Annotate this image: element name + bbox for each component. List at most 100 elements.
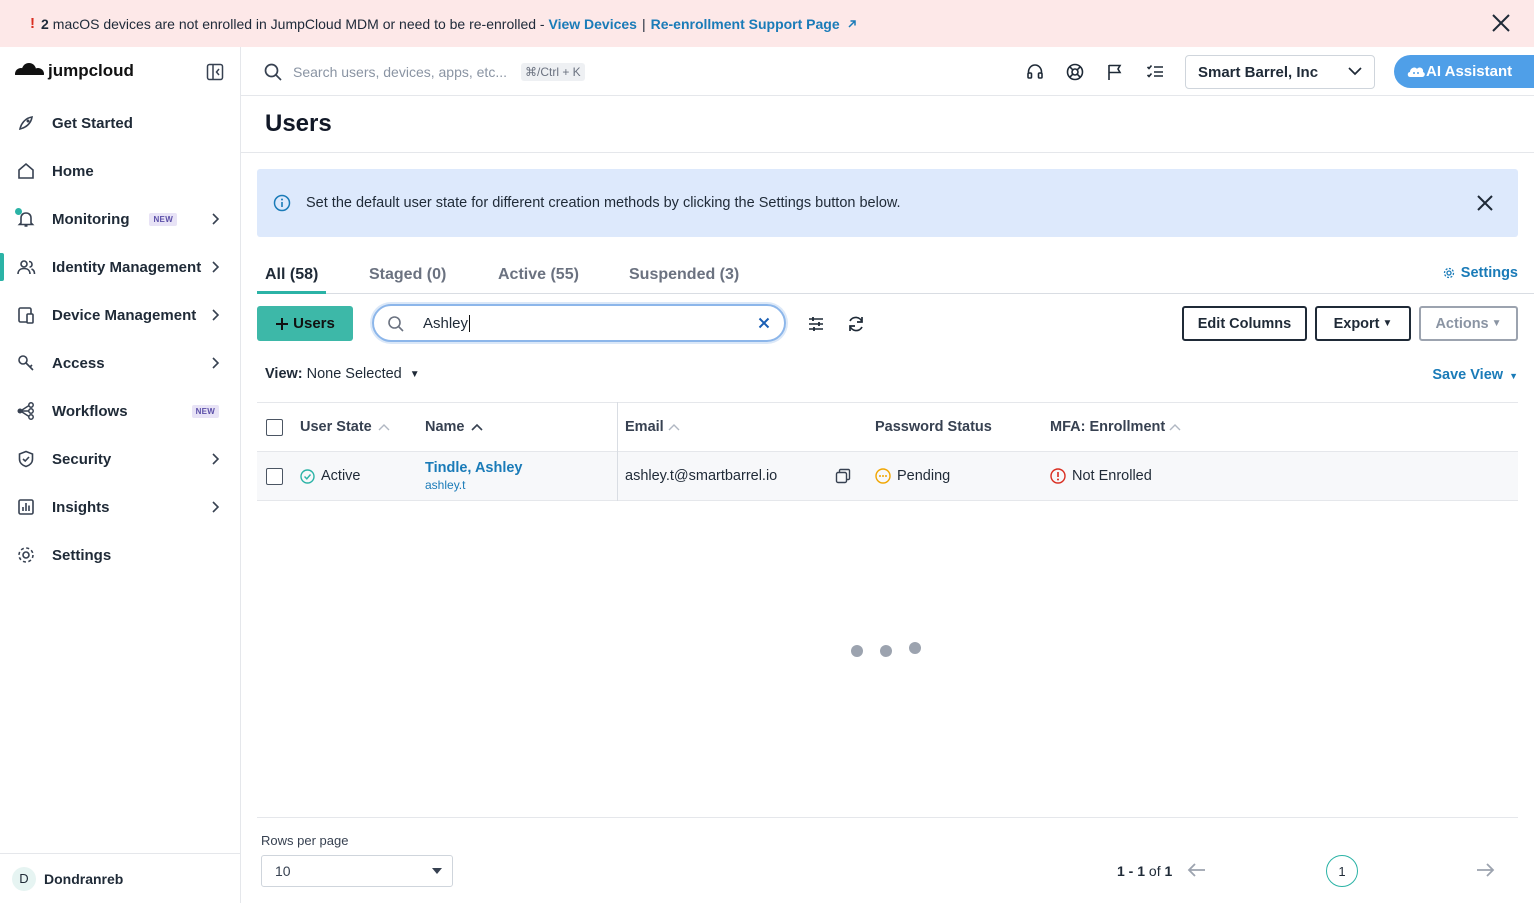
close-banner-icon[interactable] bbox=[1490, 12, 1512, 34]
clear-search-icon[interactable] bbox=[758, 317, 770, 329]
user-state-value: Active bbox=[321, 468, 361, 484]
ai-assistant-button[interactable]: AI Assistant bbox=[1394, 55, 1534, 88]
lifebuoy-icon[interactable] bbox=[1065, 62, 1085, 82]
caret-down-icon: ▼ bbox=[1491, 318, 1502, 329]
arrow-right-icon[interactable] bbox=[1474, 859, 1496, 881]
filter-sliders-icon[interactable] bbox=[806, 314, 826, 334]
chevron-right-icon bbox=[212, 357, 220, 369]
settings-link[interactable]: Settings bbox=[1443, 265, 1518, 281]
sidebar-nav: Get Started Home Monitoring NEW Identity… bbox=[0, 99, 240, 579]
sidebar-item-access[interactable]: Access bbox=[0, 339, 240, 387]
re-enrollment-support-link[interactable]: Re-enrollment Support Page bbox=[651, 16, 840, 32]
loading-indicator bbox=[851, 642, 938, 662]
sidebar-item-settings[interactable]: Settings bbox=[0, 531, 240, 579]
search-icon bbox=[264, 63, 282, 81]
column-mfa-enrollment[interactable]: MFA: Enrollment bbox=[1050, 403, 1187, 451]
sidebar-item-label: Workflows bbox=[52, 402, 128, 420]
chevron-right-icon bbox=[212, 261, 220, 273]
key-icon bbox=[18, 355, 34, 371]
rows-per-page-select[interactable]: 10 bbox=[261, 855, 453, 887]
chevron-right-icon bbox=[212, 453, 220, 465]
sidebar-item-get-started[interactable]: Get Started bbox=[0, 99, 240, 147]
tab-active[interactable]: Active (55) bbox=[498, 266, 579, 294]
avatar: D bbox=[12, 866, 36, 891]
range-of: of bbox=[1148, 863, 1161, 879]
workflow-icon bbox=[17, 402, 34, 420]
edit-columns-button[interactable]: Edit Columns bbox=[1182, 306, 1307, 341]
sidebar-item-label: Identity Management bbox=[52, 258, 202, 276]
tab-suspended[interactable]: Suspended (3) bbox=[629, 266, 739, 294]
pending-icon bbox=[875, 468, 891, 484]
close-callout-icon[interactable] bbox=[1476, 194, 1494, 212]
sidebar-item-insights[interactable]: Insights bbox=[0, 483, 240, 531]
add-users-button[interactable]: Users bbox=[257, 306, 353, 341]
sidebar-item-identity-management[interactable]: Identity Management bbox=[0, 243, 240, 291]
tab-staged[interactable]: Staged (0) bbox=[369, 266, 446, 294]
sidebar-item-device-management[interactable]: Device Management bbox=[0, 291, 240, 339]
jumpcloud-logo[interactable]: jumpcloud bbox=[12, 61, 134, 81]
save-view-label: Save View bbox=[1432, 367, 1504, 383]
save-view-button[interactable]: Save View ▼ bbox=[1432, 367, 1518, 383]
column-label: User State bbox=[300, 419, 372, 435]
sidebar-item-monitoring[interactable]: Monitoring NEW bbox=[0, 195, 240, 243]
caret-down-icon bbox=[432, 868, 442, 874]
view-selector[interactable]: View: None Selected ▼ bbox=[265, 366, 420, 382]
search-icon bbox=[388, 316, 404, 332]
select-all-checkbox[interactable] bbox=[266, 418, 283, 436]
sidebar-item-security[interactable]: Security bbox=[0, 435, 240, 483]
view-label: View: bbox=[265, 366, 303, 382]
add-users-label: Users bbox=[293, 315, 335, 332]
flag-icon[interactable] bbox=[1105, 62, 1125, 82]
current-user[interactable]: D Dondranreb bbox=[0, 853, 240, 903]
refresh-icon[interactable] bbox=[846, 314, 866, 334]
row-checkbox[interactable] bbox=[266, 467, 283, 485]
mdm-alert-banner: ! 2 macOS devices are not enrolled in Ju… bbox=[0, 0, 1534, 47]
sort-up-icon bbox=[668, 424, 680, 431]
main-content: Users Set the default user state for dif… bbox=[241, 96, 1534, 903]
sidebar-item-label: Access bbox=[52, 354, 105, 372]
column-user-state[interactable]: User State bbox=[300, 403, 396, 451]
export-button[interactable]: Export ▼ bbox=[1315, 306, 1411, 341]
tab-all[interactable]: All (58) bbox=[257, 266, 327, 294]
name-cell[interactable]: Tindle, Ashley ashley.t bbox=[425, 452, 523, 500]
column-name[interactable]: Name bbox=[425, 403, 489, 451]
sidebar: jumpcloud Get Started Home Monitoring NE… bbox=[0, 47, 241, 903]
user-search-input[interactable]: Ashley bbox=[372, 304, 786, 342]
email-value: ashley.t@smartbarrel.io bbox=[625, 468, 778, 484]
sidebar-item-workflows[interactable]: Workflows NEW bbox=[0, 387, 240, 435]
arrow-left-icon[interactable] bbox=[1186, 859, 1208, 881]
global-search[interactable]: Search users, devices, apps, etc... ⌘/Ct… bbox=[263, 62, 585, 82]
new-badge: NEW bbox=[191, 404, 220, 418]
external-link-icon bbox=[848, 19, 856, 28]
support-headset-icon[interactable] bbox=[1025, 62, 1045, 82]
email-cell: ashley.t@smartbarrel.io bbox=[625, 452, 777, 500]
actions-button[interactable]: Actions ▼ bbox=[1419, 306, 1518, 341]
banner-count: 2 bbox=[41, 15, 49, 32]
ai-assistant-icon bbox=[1407, 67, 1425, 77]
page-number-current[interactable]: 1 bbox=[1326, 855, 1358, 887]
copy-icon[interactable] bbox=[835, 468, 851, 484]
text-cursor bbox=[469, 314, 471, 332]
view-devices-link[interactable]: View Devices bbox=[548, 16, 636, 32]
sort-up-icon bbox=[1169, 424, 1181, 431]
table-row[interactable]: Active Tindle, Ashley ashley.t ashley.t@… bbox=[257, 452, 1518, 501]
search-value: Ashley bbox=[423, 314, 469, 332]
chevron-down-icon bbox=[1348, 67, 1362, 76]
collapse-sidebar-icon[interactable] bbox=[206, 63, 224, 81]
user-full-name-link[interactable]: Tindle, Ashley bbox=[425, 460, 523, 476]
column-label: Password Status bbox=[875, 419, 992, 435]
title-divider bbox=[241, 152, 1534, 153]
caret-down-icon: ▼ bbox=[1382, 318, 1393, 329]
gear-icon bbox=[18, 547, 34, 563]
rows-per-page-value: 10 bbox=[275, 863, 291, 879]
pagination-range: 1 - 1 of 1 bbox=[1117, 863, 1172, 879]
devices-icon bbox=[18, 307, 34, 324]
checklist-icon[interactable] bbox=[1145, 62, 1165, 82]
select-all-checkbox-cell bbox=[266, 403, 283, 451]
column-password-status: Password Status bbox=[875, 403, 992, 451]
sidebar-item-home[interactable]: Home bbox=[0, 147, 240, 195]
column-email[interactable]: Email bbox=[625, 403, 686, 451]
brand-name: jumpcloud bbox=[48, 61, 134, 80]
users-icon bbox=[17, 260, 36, 275]
organization-selector[interactable]: Smart Barrel, Inc bbox=[1185, 55, 1375, 89]
